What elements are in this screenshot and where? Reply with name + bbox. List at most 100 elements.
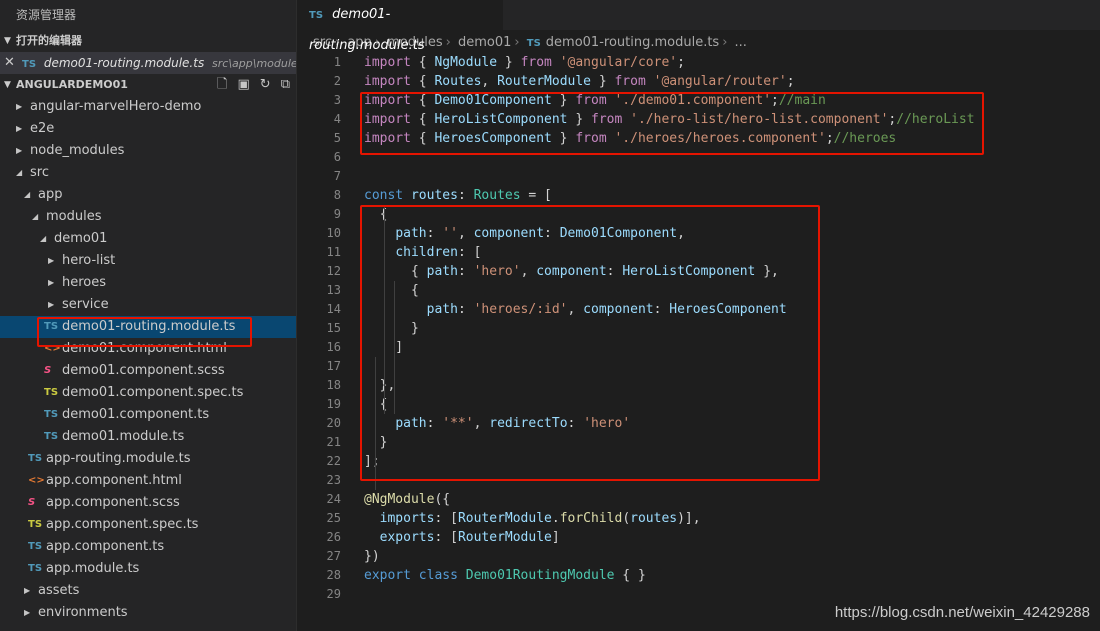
code-line[interactable]: 29 bbox=[297, 585, 1100, 604]
open-editors-header[interactable]: ▼ 打开的编辑器 bbox=[0, 30, 296, 52]
code-text: export class Demo01RoutingModule { } bbox=[364, 566, 646, 585]
tree-folder-label: node_modules bbox=[30, 143, 125, 158]
tree-file[interactable]: Sdemo01.component.scss bbox=[0, 360, 296, 382]
code-token: { bbox=[410, 112, 435, 127]
code-token: : [ bbox=[457, 245, 482, 260]
close-icon[interactable]: ✕ bbox=[4, 52, 15, 74]
code-line[interactable]: 16 ] bbox=[297, 338, 1100, 357]
tree-folder[interactable]: ▶ environments bbox=[0, 602, 296, 624]
code-token: //main bbox=[778, 93, 826, 108]
tree-file[interactable]: TS demo01.component.spec.ts bbox=[0, 382, 296, 404]
code-token: HeroListComponent bbox=[622, 264, 756, 279]
breadcrumb-item[interactable]: demo01 bbox=[458, 35, 511, 50]
code-token: children bbox=[395, 245, 458, 260]
code-line[interactable]: 23 bbox=[297, 471, 1100, 490]
line-number: 15 bbox=[326, 321, 341, 335]
tree-folder-label: modules bbox=[46, 209, 102, 224]
code-line[interactable]: 15 } bbox=[297, 319, 1100, 338]
code-line[interactable]: 26 exports: [RouterModule] bbox=[297, 528, 1100, 547]
tree-file[interactable]: TS app.component.ts bbox=[0, 536, 296, 558]
line-number: 2 bbox=[333, 74, 341, 88]
line-number: 7 bbox=[333, 169, 341, 183]
code-token: )], bbox=[677, 511, 701, 526]
code-line[interactable]: 9 { bbox=[297, 205, 1100, 224]
code-token: HeroesComponent bbox=[434, 131, 552, 146]
code-token: '@angular/core' bbox=[559, 55, 678, 70]
code-line[interactable]: 22]; bbox=[297, 452, 1100, 471]
new-folder-icon[interactable]: ▣ bbox=[238, 74, 250, 96]
line-number: 13 bbox=[326, 283, 341, 297]
tree-folder[interactable]: ▶ node_modules bbox=[0, 140, 296, 162]
tree-file[interactable]: TS app.component.spec.ts bbox=[0, 514, 296, 536]
tree-folder[interactable]: ◢ modules bbox=[0, 206, 296, 228]
code-line[interactable]: 10 path: '', component: Demo01Component, bbox=[297, 224, 1100, 243]
open-editor-item[interactable]: ✕ TS demo01-routing.module.ts src\app\mo… bbox=[0, 52, 296, 74]
tree-file[interactable]: TS app.module.ts bbox=[0, 558, 296, 580]
code-line[interactable]: 1 import { NgModule } from '@angular/core… bbox=[297, 53, 1100, 72]
tree-file[interactable]: Sapp.component.scss bbox=[0, 492, 296, 514]
tree-file-label: app.component.ts bbox=[46, 539, 165, 554]
tree-folder[interactable]: ▶ assets bbox=[0, 580, 296, 602]
tree-file[interactable]: TS demo01-routing.module.ts bbox=[0, 316, 296, 338]
tree-folder[interactable]: ▶ service bbox=[0, 294, 296, 316]
code-line[interactable]: 2 import { Routes, RouterModule } from '@… bbox=[297, 72, 1100, 91]
tree-folder[interactable]: ◢ demo01 bbox=[0, 228, 296, 250]
code-token: Demo01Component bbox=[559, 226, 678, 241]
chevron-down-icon: ▼ bbox=[4, 80, 11, 90]
tree-file[interactable]: TS demo01.module.ts bbox=[0, 426, 296, 448]
line-number: 8 bbox=[333, 188, 341, 202]
refresh-icon[interactable]: ↻ bbox=[260, 74, 271, 96]
tree-folder[interactable]: ◢ src bbox=[0, 162, 296, 184]
code-text: import { NgModule } from '@angular/core'… bbox=[364, 53, 685, 72]
tab-demo01-routing[interactable]: TS demo01-routing.module.ts bbox=[297, 0, 503, 53]
code-line[interactable]: 6 bbox=[297, 148, 1100, 167]
breadcrumb-more[interactable]: ... bbox=[735, 35, 747, 50]
line-number: 19 bbox=[326, 397, 341, 411]
code-line[interactable]: 5 import { HeroesComponent } from './hero… bbox=[297, 129, 1100, 148]
new-file-icon[interactable]: 🗋 bbox=[217, 74, 227, 96]
code-line[interactable]: 18 }, bbox=[297, 376, 1100, 395]
chevron-right-icon: ▶ bbox=[48, 300, 55, 309]
code-area[interactable]: 1 import { NgModule } from '@angular/core… bbox=[297, 53, 1100, 604]
tree-file-label: demo01.component.html bbox=[62, 341, 227, 356]
code-line[interactable]: 3 import { Demo01Component } from './demo… bbox=[297, 91, 1100, 110]
code-line[interactable]: 12 { path: 'hero', component: HeroListCo… bbox=[297, 262, 1100, 281]
project-header[interactable]: ▼ ANGULARDEMO01 🗋 ▣ ↻ ⧉ bbox=[0, 74, 296, 96]
code-token: = [ bbox=[520, 188, 552, 203]
code-line[interactable]: 28 export class Demo01RoutingModule { } bbox=[297, 566, 1100, 585]
collapse-all-icon[interactable]: ⧉ bbox=[281, 74, 290, 96]
tree-folder[interactable]: ▶ heroes bbox=[0, 272, 296, 294]
tree-file[interactable]: TS demo01.component.ts bbox=[0, 404, 296, 426]
typescript-file-icon: TS bbox=[22, 59, 37, 70]
tree-file[interactable]: <> app.component.html bbox=[0, 470, 296, 492]
code-line[interactable]: 27}) bbox=[297, 547, 1100, 566]
code-line[interactable]: 21 } bbox=[297, 433, 1100, 452]
tree-folder-label: demo01 bbox=[54, 231, 108, 246]
code-line[interactable]: 7 bbox=[297, 167, 1100, 186]
tree-file-label: app.component.scss bbox=[46, 495, 180, 510]
code-line[interactable]: 4 import { HeroListComponent } from './he… bbox=[297, 110, 1100, 129]
code-line[interactable]: 13 { bbox=[297, 281, 1100, 300]
tree-file[interactable]: TS app-routing.module.ts bbox=[0, 448, 296, 470]
code-line[interactable]: 20 path: '**', redirectTo: 'hero' bbox=[297, 414, 1100, 433]
line-number: 4 bbox=[333, 112, 341, 126]
code-line[interactable]: 8 const routes: Routes = [ bbox=[297, 186, 1100, 205]
tree-folder[interactable]: ◢ app bbox=[0, 184, 296, 206]
tree-folder[interactable]: ▶ e2e bbox=[0, 118, 296, 140]
tree-folder[interactable]: ▶ hero-list bbox=[0, 250, 296, 272]
tree-file[interactable]: <> demo01.component.html bbox=[0, 338, 296, 360]
code-line[interactable]: 25 imports: [RouterModule.forChild(route… bbox=[297, 509, 1100, 528]
code-line[interactable]: 17 bbox=[297, 357, 1100, 376]
code-line[interactable]: 14 path: 'heroes/:id', component: Heroes… bbox=[297, 300, 1100, 319]
code-line[interactable]: 24 @NgModule({ bbox=[297, 490, 1100, 509]
line-number: 9 bbox=[333, 207, 341, 221]
breadcrumb-file[interactable]: demo01-routing.module.ts bbox=[546, 35, 719, 50]
code-text: }, bbox=[364, 376, 396, 395]
code-line[interactable]: 11 children: [ bbox=[297, 243, 1100, 262]
tree-folder[interactable]: ▶ angular-marvelHero-demo bbox=[0, 96, 296, 118]
code-token: RouterModule bbox=[457, 530, 552, 545]
code-line[interactable]: 19 { bbox=[297, 395, 1100, 414]
code-token: , bbox=[481, 74, 498, 89]
